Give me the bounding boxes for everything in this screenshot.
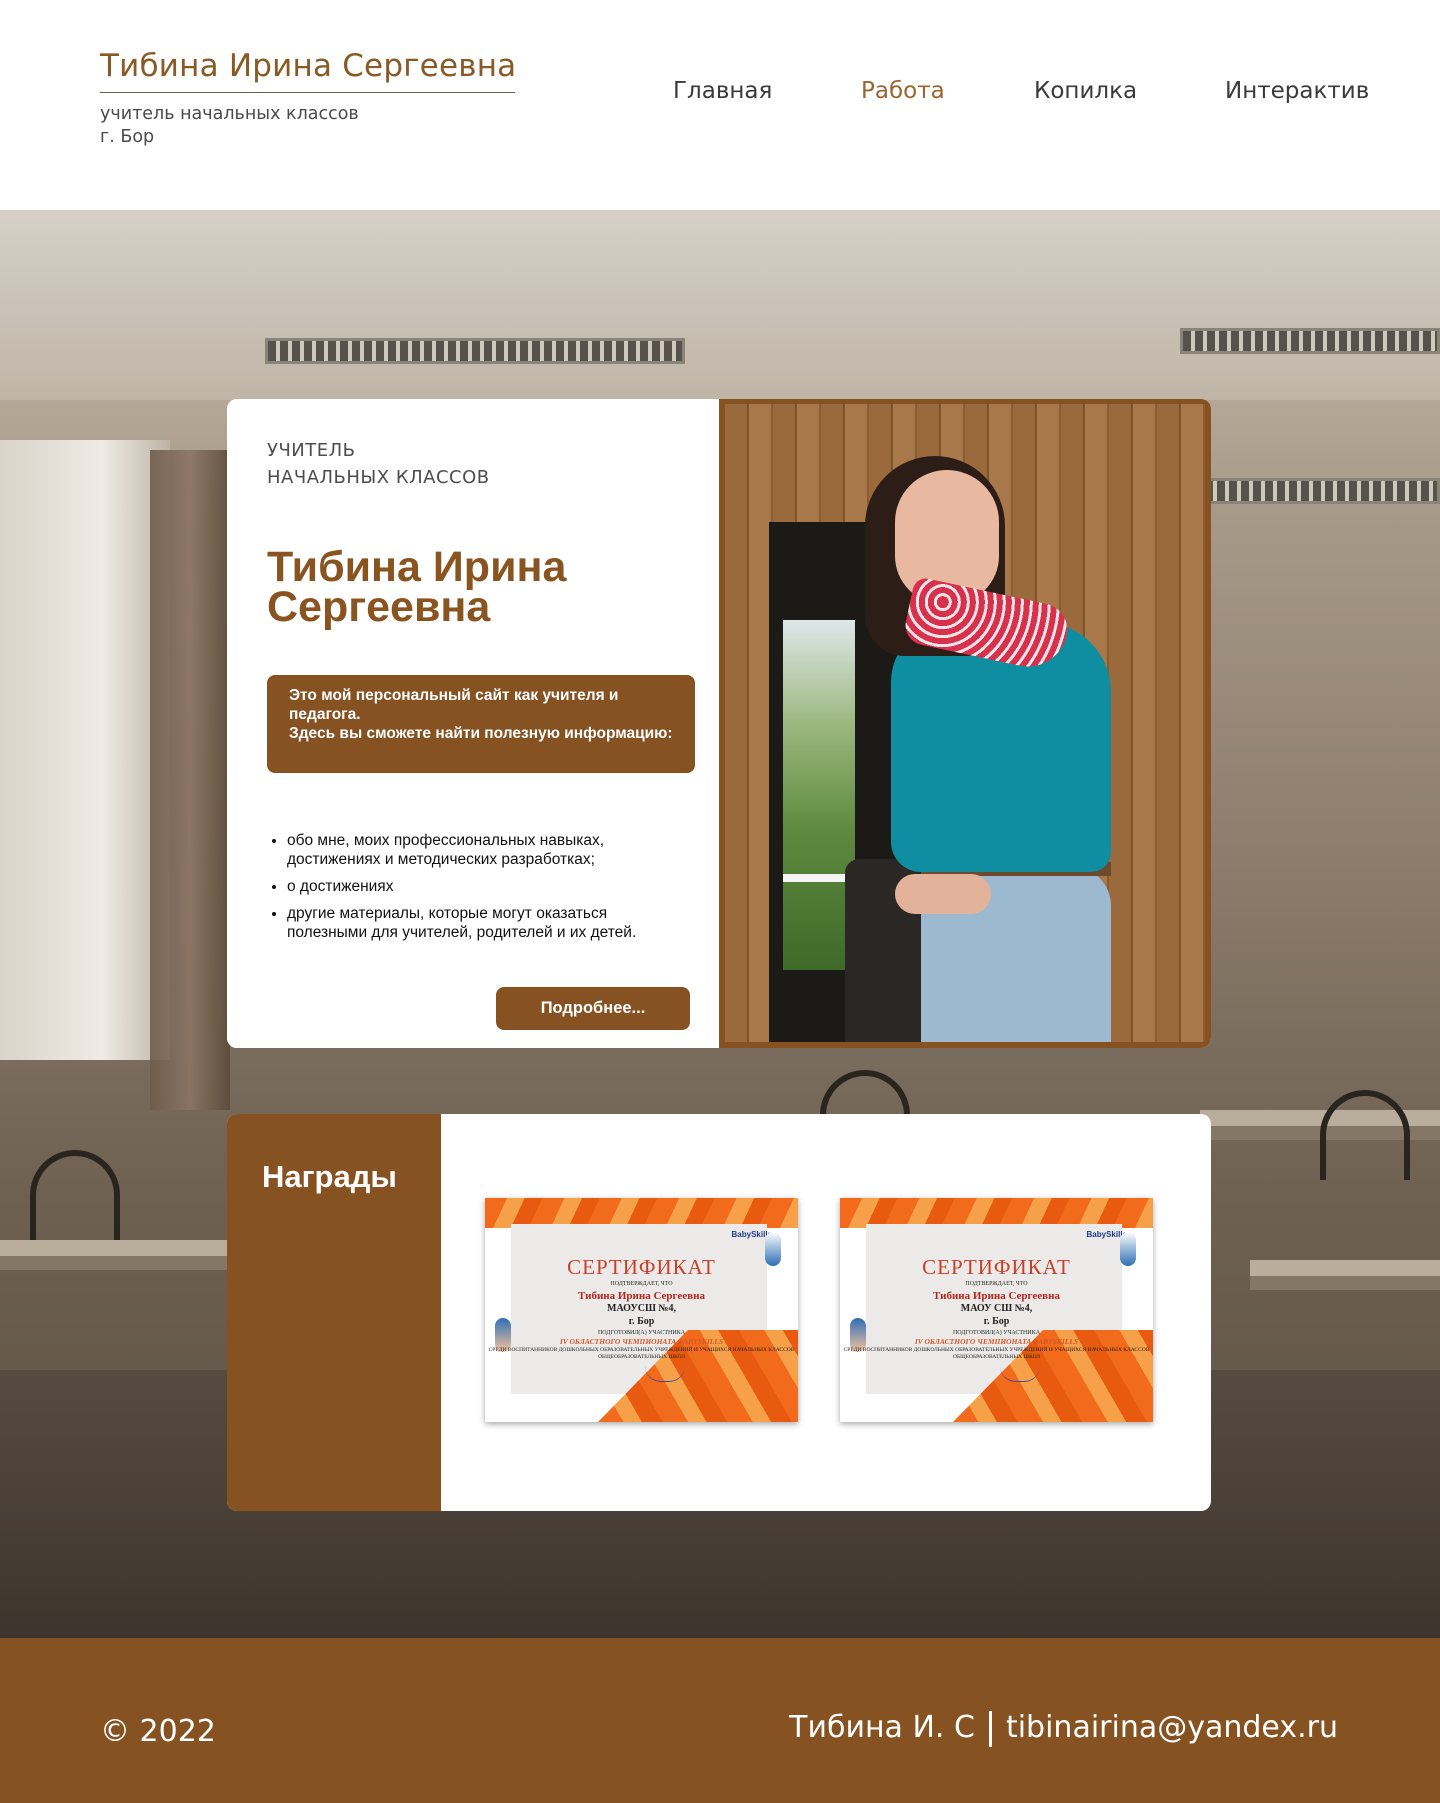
certificate-title: СЕРТИФИКАТ — [567, 1255, 716, 1279]
classroom-desk — [1250, 1260, 1440, 1290]
teacher-photo — [725, 404, 1205, 1042]
list-item: другие материалы, которые могут оказатьс… — [287, 904, 667, 942]
site-footer: © 2022 Тибина И. С tibinairina@yandex.ru — [0, 1638, 1440, 1803]
certificate-confirm: ПОДТВЕРЖДАЕТ, ЧТО — [965, 1281, 1028, 1287]
certificate-school: МАОУ СШ №4, — [960, 1303, 1033, 1314]
footer-divider — [988, 1710, 992, 1747]
role-line: НАЧАЛЬНЫХ КЛАССОВ — [267, 467, 490, 488]
certificate-prepared: ПОДГОТОВИЛ(А) УЧАСТНИКА — [597, 1330, 686, 1336]
name-line: Тибина Ирина — [267, 543, 567, 591]
footer-email[interactable]: tibinairina@yandex.ru — [1006, 1710, 1338, 1745]
name-line: Сергеевна — [267, 583, 491, 631]
ceiling-light — [1180, 328, 1440, 354]
certificate-confirm: ПОДТВЕРЖДАЕТ, ЧТО — [610, 1281, 673, 1287]
nav-item-interactive[interactable]: Интерактив — [1225, 78, 1369, 104]
classroom-curtain — [150, 450, 230, 1110]
ceiling-light — [265, 338, 685, 364]
footer-author: Тибина И. С — [789, 1710, 975, 1745]
info-list: обо мне, моих профессиональных навыках, … — [287, 831, 667, 950]
certificate-event: IV ОБЛАСТНОГО ЧЕМПИОНАТА BABYSKILLS — [914, 1337, 1079, 1346]
site-header: Тибина Ирина Сергеевна учитель начальных… — [0, 0, 1440, 210]
intro-card: УЧИТЕЛЬ НАЧАЛЬНЫХ КЛАССОВ Тибина Ирина С… — [227, 399, 1211, 1048]
photo-frame — [719, 399, 1211, 1048]
classroom-window — [0, 440, 170, 1060]
classroom-ceiling — [0, 210, 1440, 400]
certificate-name: Тибина Ирина Сергеевна — [578, 1290, 705, 1302]
intro-line: Это мой персональный сайт как учителя и … — [289, 687, 619, 723]
list-item: о достижениях — [287, 877, 667, 896]
certificate-card[interactable]: BabySkills СЕРТИФИКАТ ПОДТВЕРЖДАЕТ, ЧТО … — [840, 1198, 1153, 1422]
intro-line: Здесь вы сможете найти полезную информац… — [289, 725, 673, 742]
classroom-chair — [1320, 1090, 1410, 1180]
footer-contact: Тибина И. С tibinairina@yandex.ru — [789, 1710, 1338, 1747]
certificate-city: г. Бор — [983, 1316, 1010, 1327]
more-button[interactable]: Подробнее... — [496, 987, 690, 1030]
intro-text-panel: УЧИТЕЛЬ НАЧАЛЬНЫХ КЛАССОВ Тибина Ирина С… — [227, 399, 719, 1048]
nav-item-work[interactable]: Работа — [861, 78, 945, 104]
photo-arm — [895, 874, 991, 914]
ceiling-light — [1190, 478, 1440, 504]
certificate-details: СРЕДИ ВОСПИТАННИКОВ ДОШКОЛЬНЫХ ОБРАЗОВАТ… — [843, 1347, 1150, 1360]
awards-sidebar: Награды — [227, 1114, 441, 1511]
certificate-title: СЕРТИФИКАТ — [922, 1255, 1071, 1279]
certificate-details: СРЕДИ ВОСПИТАННИКОВ ДОШКОЛЬНЫХ ОБРАЗОВАТ… — [488, 1347, 795, 1360]
list-item: обо мне, моих профессиональных навыках, … — [287, 831, 667, 869]
awards-section: Награды BabySkills СЕРТИФИКАТ ПОДТВЕРЖДА… — [227, 1114, 1211, 1511]
role-line: УЧИТЕЛЬ — [267, 440, 356, 461]
teacher-name: Тибина Ирина Сергеевна — [267, 543, 687, 631]
intro-message-box: Это мой персональный сайт как учителя и … — [267, 675, 695, 773]
subtitle-city: г. Бор — [100, 127, 155, 147]
certificate-school: МАОУСШ №4, — [607, 1303, 676, 1314]
nav-item-piggybank[interactable]: Копилка — [1034, 78, 1137, 104]
classroom-desk — [0, 1240, 230, 1270]
role-label: УЧИТЕЛЬ НАЧАЛЬНЫХ КЛАССОВ — [267, 437, 490, 491]
copyright: © 2022 — [100, 1714, 216, 1749]
nav-item-home[interactable]: Главная — [673, 78, 772, 104]
certificate-name: Тибина Ирина Сергеевна — [933, 1290, 1060, 1302]
main-nav: Главная Работа Копилка Интерактив — [0, 78, 1440, 112]
certificate-card[interactable]: BabySkills СЕРТИФИКАТ ПОДТВЕРЖДАЕТ, ЧТО … — [485, 1198, 798, 1422]
certificate-prepared: ПОДГОТОВИЛ(А) УЧАСТНИКА — [952, 1330, 1041, 1336]
certificate-city: г. Бор — [628, 1316, 655, 1327]
certificate-event: IV ОБЛАСТНОГО ЧЕМПИОНАТА BABYSKILLS — [559, 1337, 724, 1346]
awards-title: Награды — [262, 1159, 397, 1194]
classroom-chair — [30, 1150, 120, 1240]
